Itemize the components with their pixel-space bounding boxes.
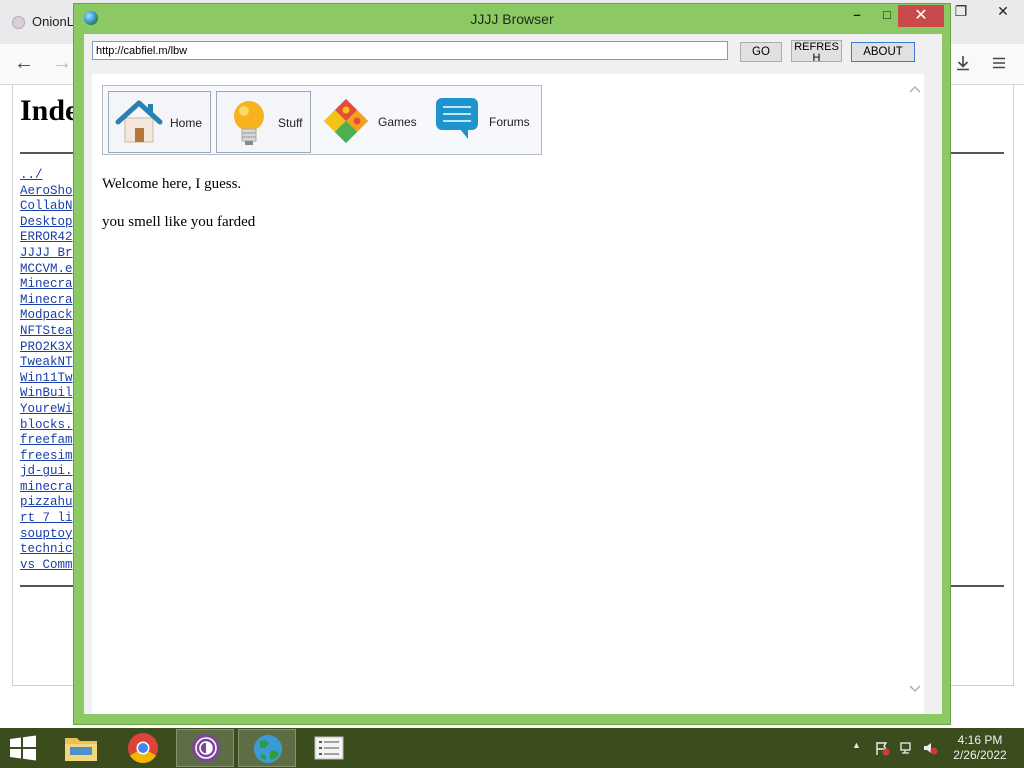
nav-games-label: Games xyxy=(378,115,417,129)
bg-file-link[interactable]: CollabN xyxy=(20,199,76,215)
menu-icon[interactable] xyxy=(990,54,1008,77)
bg-file-link[interactable]: TweakNT xyxy=(20,355,76,371)
bg-file-link[interactable]: PRO2K3X xyxy=(20,340,76,356)
vertical-scrollbar[interactable] xyxy=(906,74,924,714)
chrome-icon[interactable] xyxy=(114,729,172,767)
bg-file-link[interactable]: Win11Tw xyxy=(20,371,76,387)
minimize-icon[interactable]: – xyxy=(844,5,870,27)
bg-file-link[interactable]: minecra xyxy=(20,480,76,496)
bg-file-link[interactable]: ../ xyxy=(20,168,76,184)
nav-stuff-label: Stuff xyxy=(278,116,303,130)
jjjj-browser-icon[interactable] xyxy=(238,729,296,767)
file-explorer-icon[interactable] xyxy=(52,729,110,767)
bg-file-link[interactable]: Desktop xyxy=(20,215,76,231)
action-center-flag-icon[interactable] xyxy=(874,740,890,759)
scroll-down-icon[interactable] xyxy=(908,682,922,696)
bg-file-link[interactable]: technic xyxy=(20,542,76,558)
maximize-icon[interactable]: □ xyxy=(874,5,900,27)
go-button[interactable]: GO xyxy=(740,42,782,62)
bg-file-link[interactable]: WinBuil xyxy=(20,386,76,402)
bg-file-link[interactable]: vs Comm xyxy=(20,558,76,574)
welcome-text: Welcome here, I guess. xyxy=(102,176,242,192)
volume-muted-icon[interactable] xyxy=(922,740,938,759)
bg-file-link[interactable]: souptoy xyxy=(20,527,76,543)
bg-page-heading: Inde xyxy=(20,94,76,127)
site-nav-bar: Home Stuff Games Forums xyxy=(102,85,542,155)
jjjj-browser-window: JJJJ Browser – □ ✕ GO REFRESH ABOUT xyxy=(74,4,950,724)
web-view: Home Stuff Games Forums Welcome here, I … xyxy=(92,74,924,714)
nav-stuff[interactable]: Stuff xyxy=(216,91,311,153)
bg-file-link[interactable]: rt 7 li xyxy=(20,511,76,527)
bg-file-link[interactable]: jd-gui. xyxy=(20,464,76,480)
bg-close-icon[interactable]: ✕ xyxy=(982,0,1024,24)
bg-file-link[interactable]: freefam xyxy=(20,433,76,449)
back-arrow-icon[interactable]: ← xyxy=(14,52,34,75)
bg-file-link[interactable]: ERROR42 xyxy=(20,230,76,246)
home-icon xyxy=(115,98,163,151)
nav-home[interactable]: Home xyxy=(108,91,211,153)
tor-browser-icon[interactable] xyxy=(176,729,234,767)
system-clock[interactable]: 4:16 PM 2/26/2022 xyxy=(944,733,1016,763)
nav-forums-label: Forums xyxy=(489,115,530,129)
client-area: GO REFRESH ABOUT Home xyxy=(84,34,942,714)
bg-file-link[interactable]: NFTStea xyxy=(20,324,76,340)
bg-file-link[interactable]: Modpack xyxy=(20,308,76,324)
scroll-up-icon[interactable] xyxy=(908,82,922,96)
speech-bubble-icon xyxy=(434,95,480,146)
bg-file-link[interactable]: JJJJ Br xyxy=(20,246,76,262)
puzzle-icon xyxy=(322,97,370,150)
onion-icon xyxy=(12,16,25,29)
windows-start-icon[interactable] xyxy=(8,735,38,761)
about-button[interactable]: ABOUT xyxy=(851,42,915,62)
content-text: you smell like you farded xyxy=(102,214,256,230)
bg-file-link[interactable]: freesim xyxy=(20,449,76,465)
bg-file-link[interactable]: MCCVM.e xyxy=(20,262,76,278)
nav-forums[interactable]: Forums xyxy=(424,91,534,153)
bg-file-link[interactable]: Minecra xyxy=(20,277,76,293)
bg-file-link[interactable]: AeroSho xyxy=(20,184,76,200)
window-title: JJJJ Browser xyxy=(470,11,554,27)
lightbulb-icon xyxy=(229,98,269,153)
task-list-icon[interactable] xyxy=(300,729,358,767)
bg-file-list: ../AeroSho CollabN Desktop ERROR42 JJJJ Br MC… xyxy=(20,168,76,573)
clock-date: 2/26/2022 xyxy=(953,748,1007,762)
nav-home-label: Home xyxy=(170,116,203,130)
url-input[interactable] xyxy=(92,41,728,60)
close-icon[interactable]: ✕ xyxy=(898,5,944,27)
bg-tab-title[interactable]: OnionLi xyxy=(32,14,74,29)
taskbar: ▲ 4:16 PM 2/26/2022 xyxy=(0,728,1024,768)
bg-file-link[interactable]: Minecra xyxy=(20,293,76,309)
clock-time: 4:16 PM xyxy=(957,733,1003,747)
forward-arrow-icon[interactable]: → xyxy=(52,52,72,75)
bg-window-controls: ❐ ✕ xyxy=(940,0,1024,24)
refresh-button[interactable]: REFRES H xyxy=(791,40,842,63)
download-icon[interactable] xyxy=(954,54,972,77)
bg-file-link[interactable]: pizzahu xyxy=(20,495,76,511)
bg-file-link[interactable]: YoureWi xyxy=(20,402,76,418)
bg-file-link[interactable]: blocks. xyxy=(20,418,76,434)
network-icon[interactable] xyxy=(899,740,915,759)
nav-games[interactable]: Games xyxy=(316,91,419,153)
show-hidden-icons-icon[interactable]: ▲ xyxy=(852,740,861,750)
